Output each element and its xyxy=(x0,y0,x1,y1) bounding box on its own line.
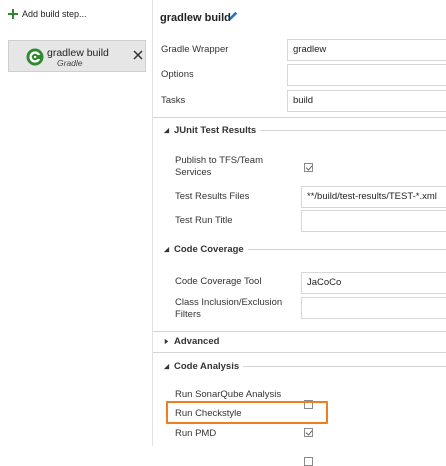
run-checkstyle-checkbox[interactable] xyxy=(304,428,313,437)
class-filters-input[interactable] xyxy=(301,297,446,319)
class-filters-label: Class Inclusion/Exclusion Filters xyxy=(175,297,283,320)
expand-triangle-icon xyxy=(164,338,169,345)
checkstyle-highlight xyxy=(166,401,328,424)
section-divider xyxy=(153,352,446,353)
coverage-tool-select[interactable]: JaCoCo xyxy=(301,272,446,294)
coverage-tool-label: Code Coverage Tool xyxy=(175,276,262,287)
test-results-files-input[interactable]: **/build/test-results/TEST-*.xml xyxy=(301,186,446,208)
run-sonarqube-label: Run SonarQube Analysis xyxy=(175,389,282,400)
gradle-wrapper-input[interactable]: gradlew xyxy=(287,39,446,61)
collapse-triangle-icon xyxy=(163,127,170,134)
publish-label: Publish to TFS/Team Services xyxy=(175,155,264,178)
section-title: Code Coverage xyxy=(174,244,244,255)
collapse-triangle-icon xyxy=(163,246,170,253)
add-build-step-button[interactable]: Add build step... xyxy=(8,9,87,19)
section-header-coverage[interactable]: Code Coverage xyxy=(163,244,446,255)
collapse-triangle-icon xyxy=(163,363,170,370)
options-input[interactable] xyxy=(287,64,446,86)
options-label: Options xyxy=(161,69,194,80)
plus-icon xyxy=(8,9,18,19)
section-title: Advanced xyxy=(174,336,220,347)
add-build-step-label: Add build step... xyxy=(22,9,87,19)
publish-checkbox[interactable] xyxy=(304,163,313,172)
run-pmd-checkbox[interactable] xyxy=(304,457,313,466)
tasks-label: Tasks xyxy=(161,95,186,106)
section-divider xyxy=(153,117,446,118)
section-header-advanced[interactable]: Advanced xyxy=(163,336,446,347)
section-line xyxy=(247,249,446,250)
gradle-icon xyxy=(26,48,44,66)
test-run-title-input[interactable] xyxy=(301,210,446,232)
left-panel: Add build step... gradlew build Gradle xyxy=(0,0,153,446)
close-icon[interactable] xyxy=(132,49,144,61)
section-header-junit[interactable]: JUnit Test Results xyxy=(163,125,446,136)
pencil-icon[interactable] xyxy=(227,10,239,22)
task-subtitle: Gradle xyxy=(57,58,83,68)
gradle-wrapper-label: Gradle Wrapper xyxy=(161,44,229,55)
section-divider xyxy=(153,331,446,332)
section-header-analysis[interactable]: Code Analysis xyxy=(163,361,446,372)
test-run-title-label: Test Run Title xyxy=(175,215,233,226)
section-title: JUnit Test Results xyxy=(174,125,257,136)
test-results-files-label: Test Results Files xyxy=(175,191,250,202)
section-title: Code Analysis xyxy=(174,361,240,372)
run-pmd-label: Run PMD xyxy=(175,428,217,439)
section-line xyxy=(260,130,446,131)
page-title: gradlew build xyxy=(160,12,231,24)
task-item-gradlew-build[interactable]: gradlew build Gradle xyxy=(8,40,146,72)
section-line xyxy=(243,366,446,367)
tasks-input[interactable]: build xyxy=(287,90,446,112)
